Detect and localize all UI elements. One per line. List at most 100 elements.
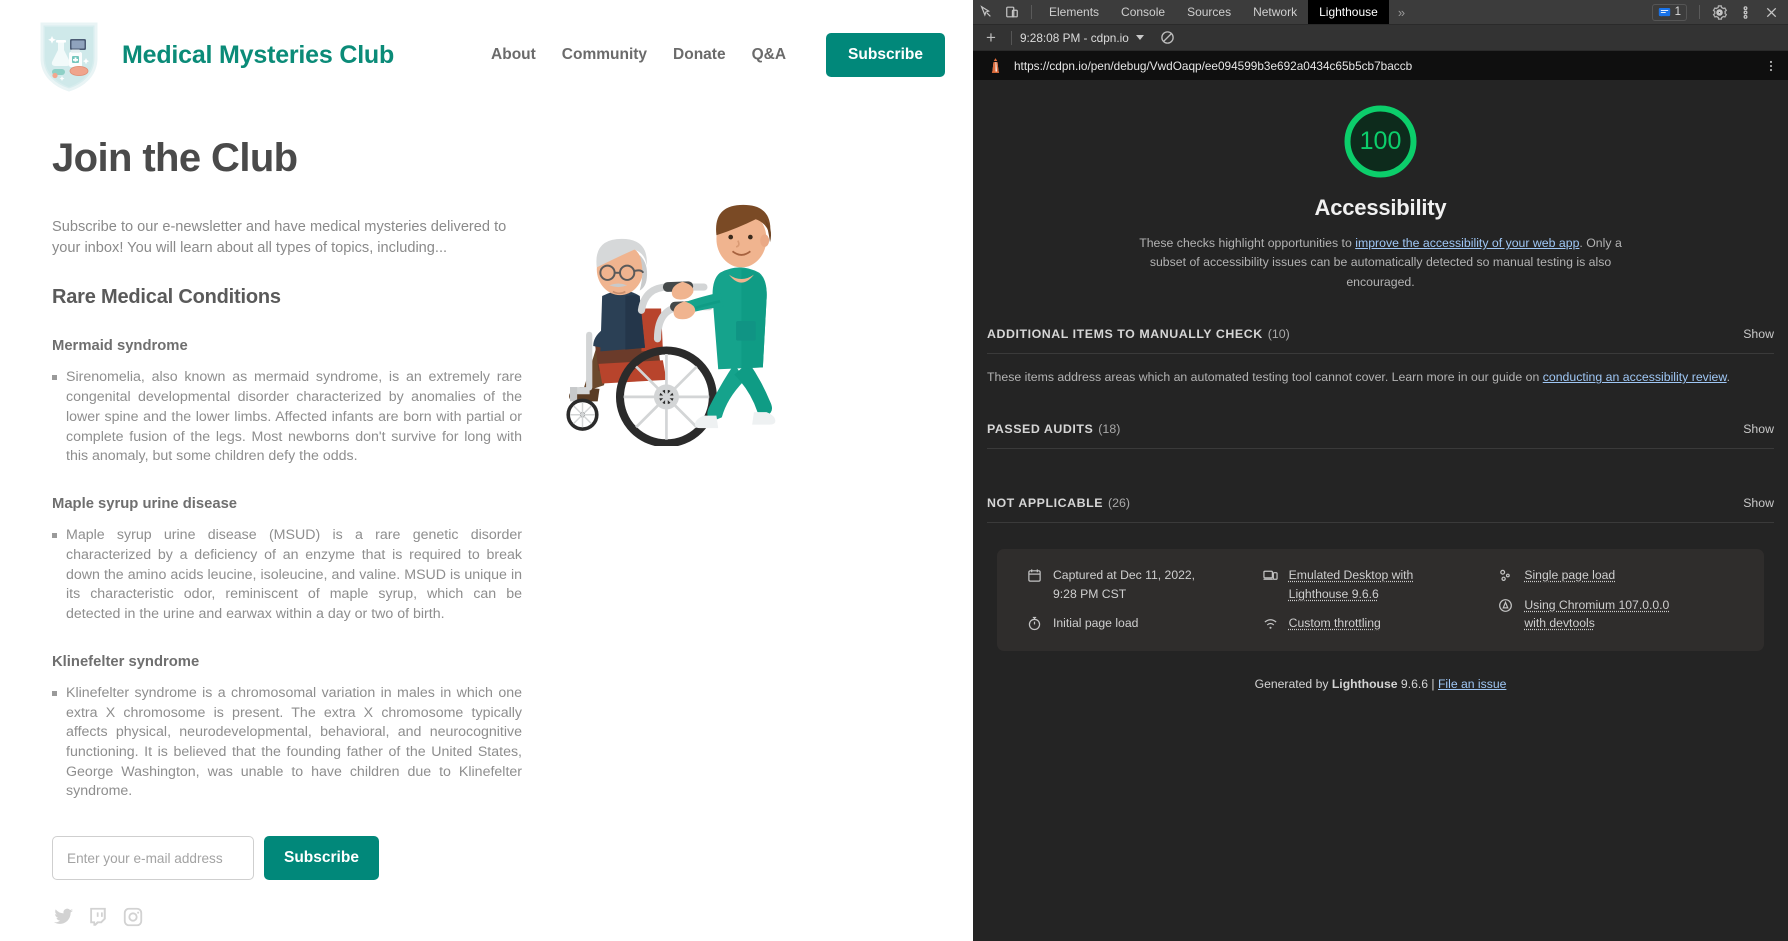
score-value: 100 — [1341, 102, 1420, 181]
new-audit-button[interactable]: + — [979, 29, 1003, 46]
metadata-item-chromium: Using Chromium 107.0.0.0 with devtools — [1498, 596, 1734, 633]
kebab-menu-icon[interactable] — [1732, 0, 1758, 25]
twitter-icon[interactable] — [52, 906, 74, 928]
metadata-column-2: Emulated Desktop with Lighthouse 9.6.6 C… — [1263, 566, 1499, 632]
main-navigation: About Community Donate Q&A Subscribe — [491, 33, 945, 77]
close-icon[interactable] — [1758, 0, 1784, 25]
section-show-toggle[interactable]: Show — [1743, 422, 1774, 436]
more-tabs-icon[interactable]: » — [1389, 5, 1414, 20]
chromium-icon — [1498, 598, 1513, 613]
screen: Medical Mysteries Club About Community D… — [0, 0, 1788, 941]
section-heading: Rare Medical Conditions — [52, 286, 935, 309]
metadata-column-3: Single page load Using Chromium 107.0.0.… — [1498, 566, 1734, 632]
metadata-item-throttling: Custom throttling — [1263, 614, 1499, 632]
tab-elements[interactable]: Elements — [1038, 0, 1110, 24]
throttling-icon — [1263, 616, 1278, 631]
section-show-toggle[interactable]: Show — [1743, 327, 1774, 341]
footer-version: 9.6.6 | — [1398, 677, 1438, 691]
metadata-item-emulation: Emulated Desktop with Lighthouse 9.6.6 — [1263, 566, 1499, 603]
tab-network[interactable]: Network — [1242, 0, 1308, 24]
score-gauge-area: 100 Accessibility — [973, 80, 1788, 221]
section-header-manual[interactable]: Additional items to manually check (10) … — [987, 314, 1774, 353]
condition-title-mermaid: Mermaid syndrome — [52, 338, 935, 354]
section-count: (26) — [1108, 496, 1130, 510]
improve-accessibility-link[interactable]: improve the accessibility of your web ap… — [1355, 236, 1579, 250]
metadata-text[interactable]: Using Chromium 107.0.0.0 with devtools — [1524, 596, 1674, 633]
audited-url: https://cdpn.io/pen/debug/VwdOaqp/ee0945… — [1014, 59, 1412, 73]
nav-link-qa[interactable]: Q&A — [752, 46, 786, 64]
device-icon — [1263, 568, 1278, 583]
accessibility-review-link[interactable]: conducting an accessibility review — [1543, 370, 1727, 384]
lighthouse-runs-bar: + 9:28:08 PM - cdpn.io — [973, 25, 1788, 51]
calendar-icon — [1027, 568, 1042, 583]
metadata-text[interactable]: Emulated Desktop with Lighthouse 9.6.6 — [1289, 566, 1439, 603]
toolbar-right-actions: 1 — [1652, 0, 1788, 25]
twitch-icon[interactable] — [87, 906, 109, 928]
toolbar-divider-2 — [1699, 5, 1700, 19]
list-item: Klinefelter syndrome is a chromosomal va… — [52, 684, 522, 802]
lighthouse-report: 100 Accessibility These checks highlight… — [973, 80, 1788, 941]
social-links — [52, 906, 935, 928]
site-brand-title: Medical Mysteries Club — [122, 41, 394, 70]
web-page-viewport: Medical Mysteries Club About Community D… — [0, 0, 973, 941]
nav-link-donate[interactable]: Donate — [673, 46, 726, 64]
devtools-tabs: Elements Console Sources Network Lightho… — [1038, 0, 1389, 24]
footer-product: Lighthouse — [1332, 677, 1398, 691]
audit-run-selector[interactable]: 9:28:08 PM - cdpn.io — [1020, 31, 1144, 45]
condition-list-mermaid: Sirenomelia, also known as mermaid syndr… — [52, 368, 522, 467]
desc-part1: These checks highlight opportunities to — [1139, 236, 1355, 250]
page-intro: Subscribe to our e-newsletter and have m… — [52, 217, 522, 258]
condition-list-msud: Maple syrup urine disease (MSUD) is a ra… — [52, 526, 522, 625]
section-title: Additional items to manually check — [987, 327, 1263, 341]
body-part1: These items address areas which an autom… — [987, 370, 1543, 384]
audit-run-label: 9:28:08 PM - cdpn.io — [1020, 31, 1129, 45]
messages-badge[interactable]: 1 — [1652, 4, 1687, 21]
messages-count: 1 — [1675, 6, 1681, 18]
nav-link-community[interactable]: Community — [562, 46, 647, 64]
section-spacer — [987, 449, 1774, 483]
section-count: (18) — [1098, 422, 1120, 436]
report-metadata: Captured at Dec 11, 2022, 9:28 PM CST In… — [997, 549, 1764, 651]
section-body-manual: These items address areas which an autom… — [987, 354, 1774, 409]
section-title: Passed audits — [987, 422, 1093, 436]
medical-shield-logo[interactable] — [38, 18, 100, 92]
stopwatch-icon — [1027, 616, 1042, 631]
tab-sources[interactable]: Sources — [1176, 0, 1242, 24]
section-manual-checks: Additional items to manually check (10) … — [987, 314, 1774, 409]
section-header-not-applicable[interactable]: Not applicable (26) Show — [987, 483, 1774, 522]
condition-list-klinefelter: Klinefelter syndrome is a chromosomal va… — [52, 684, 522, 802]
metadata-item-single-page-load: Single page load — [1498, 566, 1734, 584]
list-item: Maple syrup urine disease (MSUD) is a ra… — [52, 526, 522, 625]
tab-console[interactable]: Console — [1110, 0, 1176, 24]
report-footer: Generated by Lighthouse 9.6.6 | File an … — [973, 677, 1788, 709]
device-toolbar-icon[interactable] — [999, 0, 1025, 25]
file-an-issue-link[interactable]: File an issue — [1438, 677, 1506, 691]
section-header-passed[interactable]: Passed audits (18) Show — [987, 409, 1774, 448]
page-load-icon — [1498, 568, 1513, 583]
tab-lighthouse[interactable]: Lighthouse — [1308, 0, 1389, 24]
header-subscribe-button[interactable]: Subscribe — [826, 33, 945, 77]
subbar-divider — [1011, 31, 1012, 45]
section-not-applicable: Not applicable (26) Show — [987, 483, 1774, 523]
metadata-item-captured: Captured at Dec 11, 2022, 9:28 PM CST — [1027, 566, 1263, 603]
toolbar-divider — [1031, 5, 1032, 19]
lighthouse-url-bar: https://cdpn.io/pen/debug/VwdOaqp/ee0945… — [973, 51, 1788, 80]
metadata-text[interactable]: Custom throttling — [1289, 614, 1381, 632]
metadata-text: Initial page load — [1053, 614, 1138, 632]
instagram-icon[interactable] — [122, 906, 144, 928]
metadata-text[interactable]: Single page load — [1524, 566, 1615, 584]
report-menu-icon[interactable] — [1764, 59, 1778, 73]
section-show-toggle[interactable]: Show — [1743, 496, 1774, 510]
clear-icon[interactable] — [1160, 30, 1175, 45]
lighthouse-icon — [987, 57, 1004, 74]
gear-icon[interactable] — [1706, 0, 1732, 25]
condition-title-klinefelter: Klinefelter syndrome — [52, 654, 935, 670]
devtools-toolbar: Elements Console Sources Network Lightho… — [973, 0, 1788, 25]
subscribe-button[interactable]: Subscribe — [264, 836, 379, 880]
accessibility-score-gauge: 100 — [1341, 102, 1420, 181]
metadata-column-1: Captured at Dec 11, 2022, 9:28 PM CST In… — [1027, 566, 1263, 632]
inspect-element-icon[interactable] — [973, 0, 999, 25]
nav-link-about[interactable]: About — [491, 46, 536, 64]
footer-prefix: Generated by — [1255, 677, 1332, 691]
email-input[interactable] — [52, 836, 254, 880]
